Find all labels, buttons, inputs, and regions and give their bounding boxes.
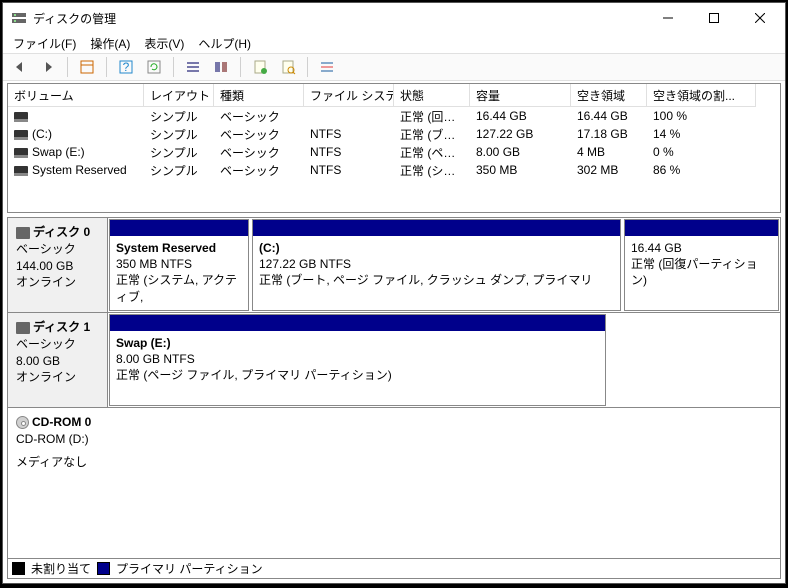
list-view-button[interactable]: [182, 56, 204, 78]
col-type[interactable]: 種類: [214, 84, 304, 107]
search-button[interactable]: [277, 56, 299, 78]
col-free[interactable]: 空き領域: [571, 84, 647, 107]
close-button[interactable]: [737, 3, 783, 33]
disk-graphic-pane: ディスク 0 ベーシック 144.00 GB オンライン System Rese…: [7, 217, 781, 559]
column-headers: ボリューム レイアウト 種類 ファイル システム 状態 容量 空き領域 空き領域…: [8, 84, 780, 107]
disk-icon: [16, 227, 30, 239]
minimize-button[interactable]: [645, 3, 691, 33]
toolbar-separator: [307, 57, 308, 77]
col-capacity[interactable]: 容量: [470, 84, 571, 107]
disk-row-cdrom: CD-ROM 0 CD-ROM (D:) メディアなし: [8, 408, 780, 498]
partition-c[interactable]: (C:)127.22 GB NTFS正常 (ブート, ページ ファイル, クラッ…: [252, 219, 621, 311]
partitions: Swap (E:)8.00 GB NTFS正常 (ページ ファイル, プライマリ…: [108, 313, 780, 407]
disk-icon: [16, 322, 30, 334]
disk-row-1: ディスク 1 ベーシック 8.00 GB オンライン Swap (E:)8.00…: [8, 313, 780, 408]
volume-rows: シンプルベーシック正常 (回復...16.44 GB16.44 GB100 % …: [8, 107, 780, 179]
swatch-primary: [97, 562, 110, 575]
volume-list[interactable]: ボリューム レイアウト 種類 ファイル システム 状態 容量 空き領域 空き領域…: [7, 83, 781, 213]
volume-icon: [14, 112, 28, 122]
menu-help[interactable]: ヘルプ(H): [192, 33, 257, 54]
partition-swap[interactable]: Swap (E:)8.00 GB NTFS正常 (ページ ファイル, プライマリ…: [109, 314, 606, 406]
forward-button[interactable]: [37, 56, 59, 78]
menu-view[interactable]: 表示(V): [138, 33, 190, 54]
disk-info[interactable]: ディスク 0 ベーシック 144.00 GB オンライン: [8, 218, 108, 312]
legend: 未割り当て プライマリ パーティション: [7, 559, 781, 579]
action-list-button[interactable]: [316, 56, 338, 78]
disk-info[interactable]: CD-ROM 0 CD-ROM (D:) メディアなし: [8, 408, 780, 498]
swatch-unallocated: [12, 562, 25, 575]
menu-action[interactable]: 操作(A): [84, 33, 136, 54]
col-status[interactable]: 状態: [394, 84, 470, 107]
volume-row[interactable]: Swap (E:) シンプルベーシックNTFS正常 (ペー...8.00 GB4…: [8, 143, 780, 161]
toolbar: ?: [3, 53, 785, 81]
col-freepct[interactable]: 空き領域の割...: [647, 84, 756, 107]
window-title: ディスクの管理: [33, 10, 645, 27]
disk-info[interactable]: ディスク 1 ベーシック 8.00 GB オンライン: [8, 313, 108, 407]
svg-text:?: ?: [123, 60, 130, 74]
volume-icon: [14, 148, 28, 158]
legend-primary: プライマリ パーティション: [116, 560, 263, 577]
help-button[interactable]: ?: [115, 56, 137, 78]
graphic-view-button[interactable]: [210, 56, 232, 78]
volume-row[interactable]: System Reserved シンプルベーシックNTFS正常 (シス...35…: [8, 161, 780, 179]
disk-row-0: ディスク 0 ベーシック 144.00 GB オンライン System Rese…: [8, 218, 780, 313]
back-button[interactable]: [9, 56, 31, 78]
cdrom-icon: [16, 416, 29, 429]
col-filesystem[interactable]: ファイル システム: [304, 84, 394, 107]
show-hide-tree-button[interactable]: [76, 56, 98, 78]
app-icon: [11, 10, 27, 26]
refresh-button[interactable]: [143, 56, 165, 78]
volume-icon: [14, 166, 28, 176]
toolbar-separator: [106, 57, 107, 77]
volume-row[interactable]: (C:) シンプルベーシックNTFS正常 (ブート...127.22 GB17.…: [8, 125, 780, 143]
menubar: ファイル(F) 操作(A) 表示(V) ヘルプ(H): [3, 33, 785, 53]
legend-unallocated: 未割り当て: [31, 560, 91, 577]
col-volume[interactable]: ボリューム: [8, 84, 144, 107]
toolbar-separator: [240, 57, 241, 77]
toolbar-separator: [67, 57, 68, 77]
partition-system-reserved[interactable]: System Reserved350 MB NTFS正常 (システム, アクティ…: [109, 219, 249, 311]
volume-row[interactable]: シンプルベーシック正常 (回復...16.44 GB16.44 GB100 %: [8, 107, 780, 125]
toolbar-separator: [173, 57, 174, 77]
partitions: System Reserved350 MB NTFS正常 (システム, アクティ…: [108, 218, 780, 312]
properties-button[interactable]: [249, 56, 271, 78]
content-area: ボリューム レイアウト 種類 ファイル システム 状態 容量 空き領域 空き領域…: [3, 81, 785, 583]
titlebar[interactable]: ディスクの管理: [3, 3, 785, 33]
maximize-button[interactable]: [691, 3, 737, 33]
volume-icon: [14, 130, 28, 140]
menu-file[interactable]: ファイル(F): [7, 33, 82, 54]
partition-recovery[interactable]: 16.44 GB正常 (回復パーティション): [624, 219, 779, 311]
col-layout[interactable]: レイアウト: [144, 84, 214, 107]
disk-management-window: ディスクの管理 ファイル(F) 操作(A) 表示(V) ヘルプ(H) ? ボリュ…: [2, 2, 786, 584]
